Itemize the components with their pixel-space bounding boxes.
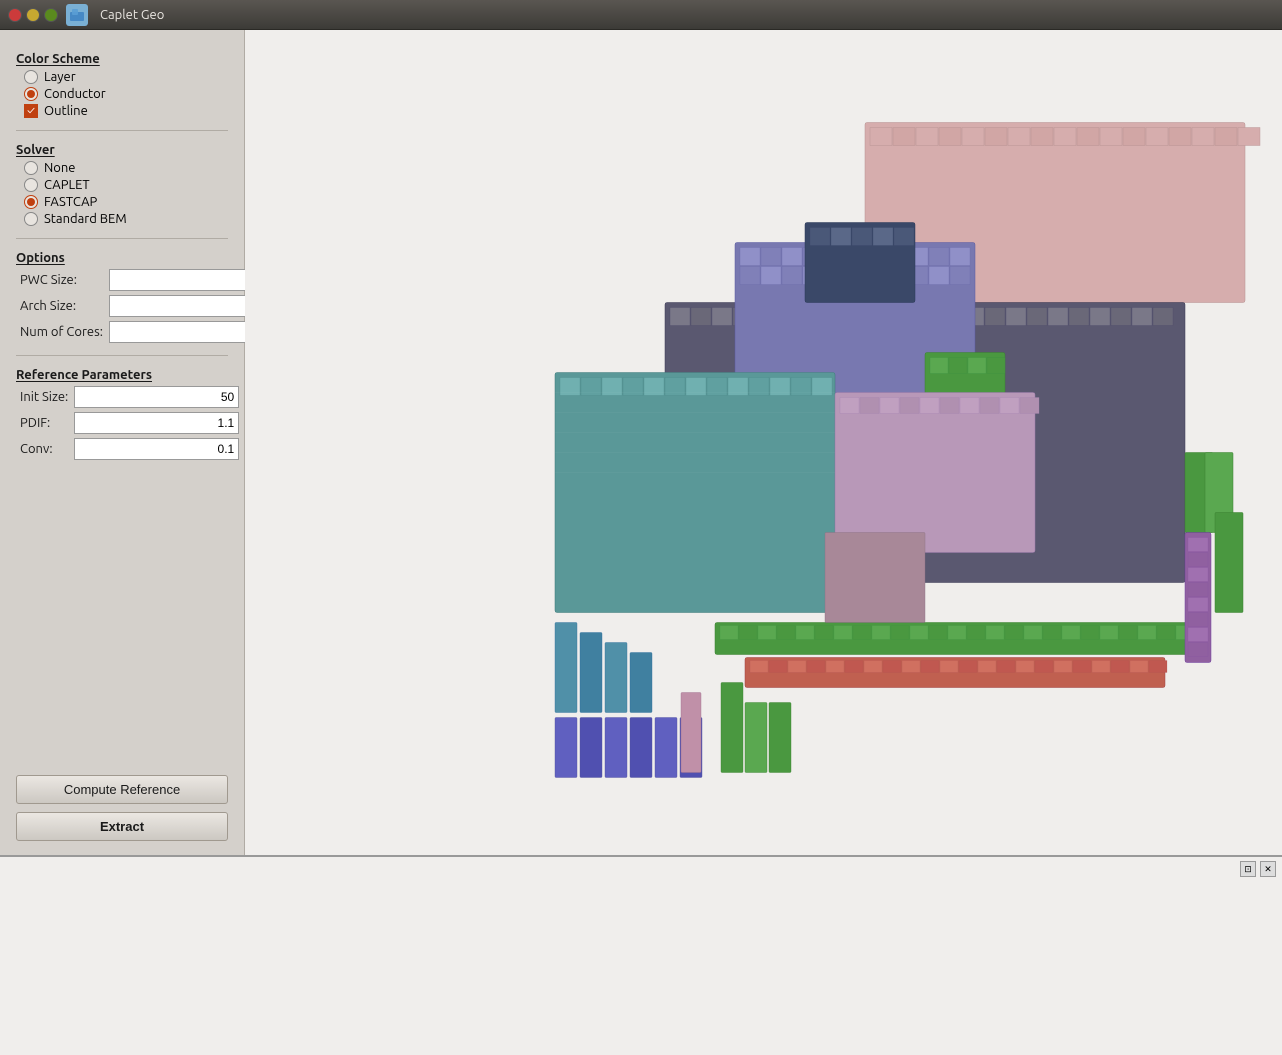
conv-label: Conv:: [20, 442, 68, 456]
ref-params-section: Reference Parameters Init Size: nm PDIF:…: [16, 368, 228, 460]
radio-caplet-circle: [24, 178, 38, 192]
extract-button[interactable]: Extract: [16, 812, 228, 841]
color-scheme-section: Color Scheme Layer Conductor ✓ Outline: [16, 52, 228, 118]
num-cores-label: Num of Cores:: [20, 325, 103, 339]
compute-reference-button[interactable]: Compute Reference: [16, 775, 228, 804]
viewport-area[interactable]: [245, 30, 1282, 855]
app-icon: [66, 4, 88, 26]
radio-conductor-circle: [24, 87, 38, 101]
radio-none-circle: [24, 161, 38, 175]
arch-size-label: Arch Size:: [20, 299, 103, 313]
bottom-panel-icons: ⊡ ✕: [1240, 861, 1276, 877]
radio-layer-label: Layer: [44, 70, 76, 84]
init-size-input[interactable]: [74, 386, 239, 408]
color-scheme-options: Layer Conductor ✓ Outline: [24, 70, 228, 118]
color-scheme-title: Color Scheme: [16, 52, 228, 66]
radio-fastcap-label: FASTCAP: [44, 195, 97, 209]
pdif-label: PDIF:: [20, 416, 68, 430]
radio-caplet[interactable]: CAPLET: [24, 178, 228, 192]
radio-layer-circle: [24, 70, 38, 84]
radio-conductor[interactable]: Conductor: [24, 87, 228, 101]
radio-layer[interactable]: Layer: [24, 70, 228, 84]
solver-title: Solver: [16, 143, 228, 157]
divider-1: [16, 130, 228, 131]
title-bar: Caplet Geo: [0, 0, 1282, 30]
check-outline-label: Outline: [44, 104, 88, 118]
window-controls[interactable]: [8, 8, 58, 22]
radio-none-label: None: [44, 161, 76, 175]
radio-fastcap-circle: [24, 195, 38, 209]
close-button[interactable]: [8, 8, 22, 22]
radio-standard-bem[interactable]: Standard BEM: [24, 212, 228, 226]
divider-2: [16, 238, 228, 239]
radio-standard-bem-circle: [24, 212, 38, 226]
radio-caplet-label: CAPLET: [44, 178, 90, 192]
bottom-panel-resize-icon[interactable]: ⊡: [1240, 861, 1256, 877]
pdif-input[interactable]: [74, 412, 239, 434]
bottom-panel: ⊡ ✕: [0, 855, 1282, 1055]
ref-params-grid: Init Size: nm PDIF: Conv: %: [20, 386, 228, 460]
radio-fastcap[interactable]: FASTCAP: [24, 195, 228, 209]
options-title: Options: [16, 251, 228, 265]
check-outline[interactable]: ✓ Outline: [24, 104, 228, 118]
radio-standard-bem-label: Standard BEM: [44, 212, 127, 226]
solver-options: None CAPLET FASTCAP Standard BEM: [24, 161, 228, 226]
radio-none[interactable]: None: [24, 161, 228, 175]
radio-conductor-label: Conductor: [44, 87, 106, 101]
window-title: Caplet Geo: [100, 8, 164, 22]
options-section: Options PWC Size: nm Arch Size: um Num o…: [16, 251, 228, 343]
main-window: Color Scheme Layer Conductor ✓ Outline: [0, 30, 1282, 1055]
button-area: Compute Reference Extract: [16, 763, 228, 841]
maximize-button[interactable]: [44, 8, 58, 22]
solver-section: Solver None CAPLET FASTCAP: [16, 143, 228, 226]
ref-params-title: Reference Parameters: [16, 368, 228, 382]
check-outline-box: ✓: [24, 104, 38, 118]
options-grid: PWC Size: nm Arch Size: um Num of Cores:: [20, 269, 228, 343]
pwc-size-label: PWC Size:: [20, 273, 103, 287]
conv-input[interactable]: [74, 438, 239, 460]
minimize-button[interactable]: [26, 8, 40, 22]
bottom-panel-close-icon[interactable]: ✕: [1260, 861, 1276, 877]
top-area: Color Scheme Layer Conductor ✓ Outline: [0, 30, 1282, 855]
divider-3: [16, 355, 228, 356]
sidebar: Color Scheme Layer Conductor ✓ Outline: [0, 30, 245, 855]
init-size-label: Init Size:: [20, 390, 68, 404]
3d-scene: [245, 30, 1282, 855]
